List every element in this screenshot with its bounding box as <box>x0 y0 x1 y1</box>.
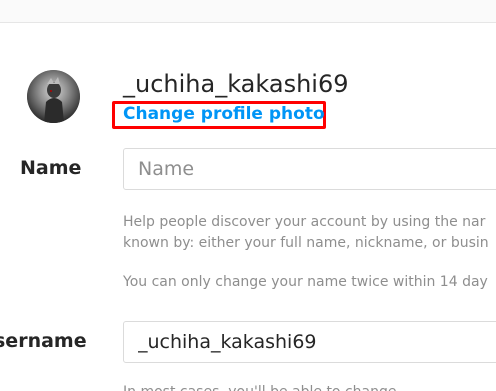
name-help-text-line-1: Help people discover your account by usi… <box>123 214 486 230</box>
username-help-text: In most cases, you'll be able to change <box>123 382 396 391</box>
profile-avatar[interactable] <box>27 70 80 123</box>
name-help-text-line-2: known by: either your full name, nicknam… <box>123 235 489 251</box>
name-change-limit-text: You can only change your name twice with… <box>123 274 488 290</box>
avatar-figure-icon <box>27 70 80 123</box>
username-label: sername <box>0 330 87 352</box>
edit-profile-page: _uchiha_kakashi69 Change profile photo N… <box>0 0 496 391</box>
name-label: Name <box>20 157 82 179</box>
profile-username: _uchiha_kakashi69 <box>123 70 349 98</box>
change-profile-photo-link[interactable]: Change profile photo <box>123 104 325 124</box>
name-input[interactable] <box>123 148 496 190</box>
username-input[interactable] <box>123 321 496 363</box>
top-header-band <box>0 0 496 23</box>
